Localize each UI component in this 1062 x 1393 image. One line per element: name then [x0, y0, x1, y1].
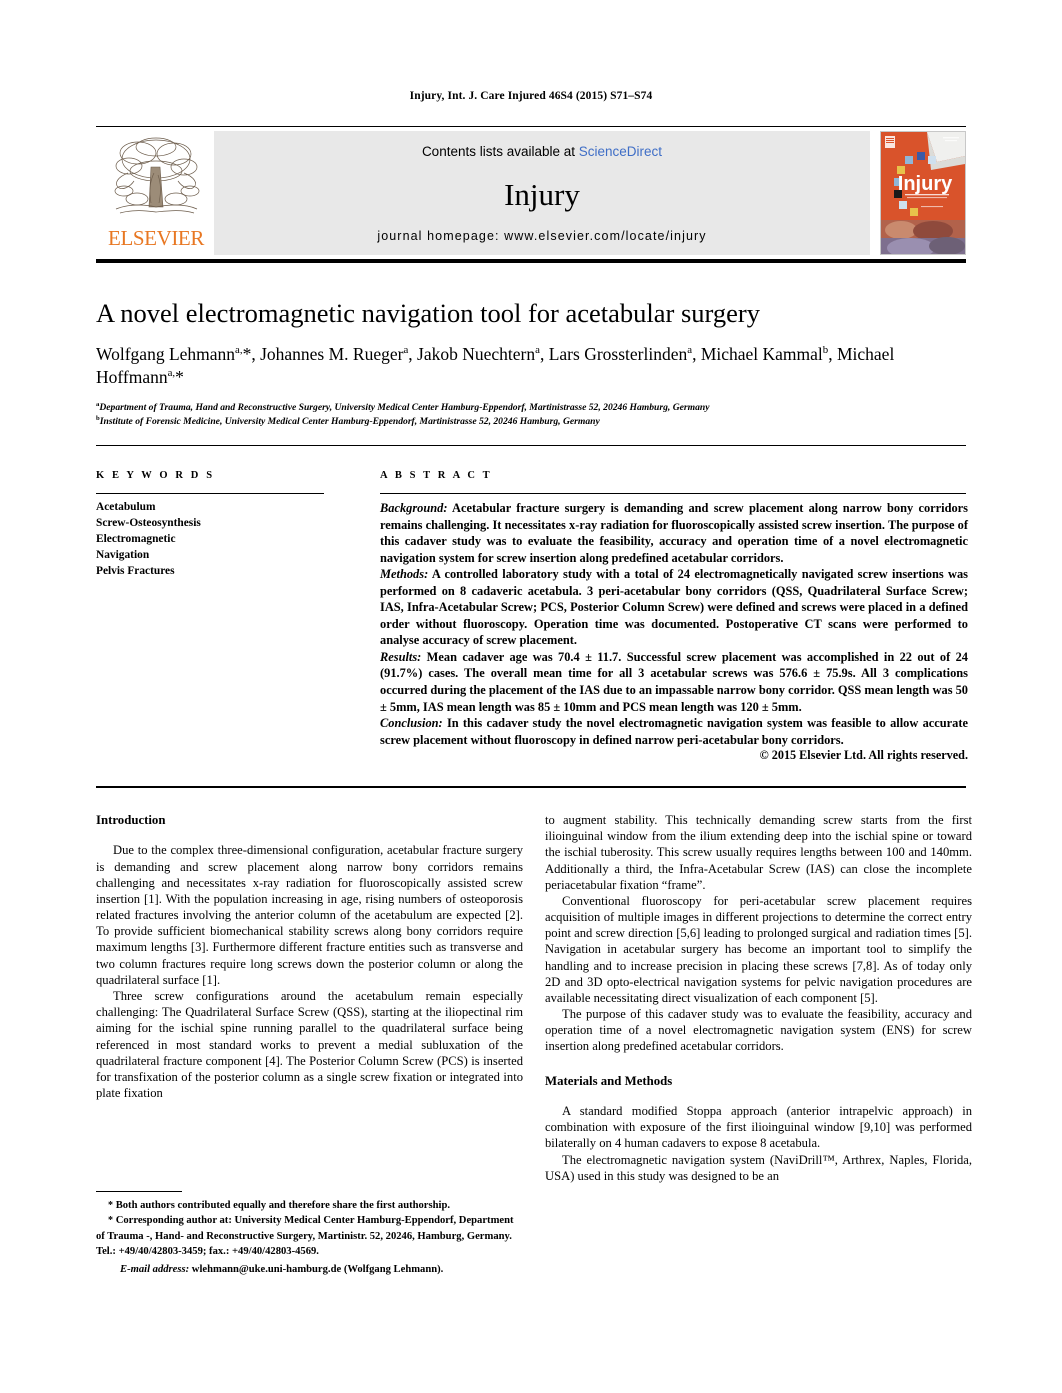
footnote-email: E-mail address: wlehmann@uke.uni-hamburg…	[96, 1262, 524, 1277]
contents-available-line: Contents lists available at ScienceDirec…	[214, 144, 870, 159]
list-item: Screw-Osteosynthesis	[96, 516, 201, 529]
abstract-rule	[380, 493, 966, 494]
keywords-heading: K E Y W O R D S	[96, 470, 215, 481]
abstract-background-text: Acetabular fracture surgery is demanding…	[380, 501, 968, 565]
keywords-list: Acetabulum Screw-Osteosynthesis Electrom…	[96, 500, 346, 580]
paragraph: to augment stability. This technically d…	[545, 813, 972, 892]
journal-masthead: ELSEVIER Contents lists available at Sci…	[96, 126, 966, 255]
section-heading-materials-and-methods: Materials and Methods	[545, 1073, 673, 1088]
journal-homepage-line[interactable]: journal homepage: www.elsevier.com/locat…	[214, 229, 870, 243]
abstract-results-label: Results:	[380, 649, 422, 664]
abstract-results: Results: Mean cadaver age was 70.4 ± 11.…	[380, 649, 968, 715]
paragraph: Conventional fluoroscopy for peri-acetab…	[545, 893, 972, 1005]
elsevier-logo: ELSEVIER	[96, 131, 214, 255]
journal-article-page: Injury, Int. J. Care Injured 46S4 (2015)…	[0, 0, 1062, 1393]
keywords-rule	[96, 493, 324, 494]
running-head: Injury, Int. J. Care Injured 46S4 (2015)…	[409, 90, 653, 102]
footnotes-block: * Both authors contributed equally and t…	[96, 1198, 524, 1277]
footnote-corresponding-author-text: Corresponding author at: University Medi…	[96, 1215, 514, 1257]
injury-cover-image: Injury	[881, 132, 965, 254]
affiliation-b-text: Institute of Forensic Medicine, Universi…	[99, 416, 600, 428]
list-item: Acetabulum	[96, 501, 156, 513]
paragraph: Three screw configurations around the ac…	[96, 988, 523, 1101]
abstract-conclusion-text: In this cadaver study the novel electrom…	[380, 716, 968, 747]
paragraph: A standard modified Stoppa approach (ant…	[545, 1104, 972, 1151]
paragraph: Due to the complex three-dimensional con…	[96, 843, 523, 987]
footnote-email-label: E-mail address:	[120, 1264, 190, 1276]
masthead-center-panel: Contents lists available at ScienceDirec…	[214, 131, 870, 255]
section-heading-introduction: Introduction	[96, 813, 166, 827]
abstract-methods: Methods: A controlled laboratory study w…	[380, 566, 968, 649]
abstract-background: Background: Acetabular fracture surgery …	[380, 500, 968, 566]
journal-title: Injury	[504, 177, 580, 212]
masthead-bottom-rule	[96, 259, 966, 263]
journal-cover-thumbnail[interactable]: Injury	[880, 131, 966, 255]
footnote-email-value[interactable]: wlehmann@uke.uni-hamburg.de (Wolfgang Le…	[189, 1264, 444, 1275]
copyright-notice: © 2015 Elsevier Ltd. All rights reserved…	[759, 748, 968, 762]
abstract-panel-bottom-rule	[96, 786, 966, 788]
affiliation-a-text: Department of Trauma, Hand and Reconstru…	[99, 402, 710, 414]
page-title: A novel electromagnetic navigation tool …	[96, 298, 760, 328]
footnote-separator-rule	[96, 1191, 182, 1192]
body-column-left: Introduction Due to the complex three-di…	[96, 812, 523, 1101]
abstract-background-label: Background:	[380, 501, 448, 515]
abstract-results-text: Mean cadaver age was 70.4 ± 11.7. Succes…	[380, 649, 969, 714]
contents-prefix-text: Contents lists available at	[421, 144, 579, 159]
footnote-equal-contribution-text: Both authors contributed equally and the…	[115, 1200, 450, 1211]
body-column-right: to augment stability. This technically d…	[545, 812, 972, 1184]
svg-text:Injury: Injury	[898, 173, 953, 195]
abstract-panel-top-rule	[96, 445, 966, 447]
list-item: Electromagnetic	[96, 532, 176, 545]
abstract-methods-text: A controlled laboratory study with a tot…	[380, 567, 968, 648]
sciencedirect-link[interactable]: ScienceDirect	[579, 144, 662, 159]
abstract-methods-label: Methods:	[380, 567, 429, 582]
elsevier-wordmark: ELSEVIER	[108, 226, 204, 250]
abstract-conclusion-label: Conclusion:	[380, 716, 443, 731]
affiliation-b: bInstitute of Forensic Medicine, Univers…	[96, 414, 976, 429]
elsevier-tree-icon	[114, 137, 200, 214]
abstract-body: Background: Acetabular fracture surgery …	[380, 500, 968, 748]
list-item: Navigation	[96, 548, 150, 561]
abstract-conclusion: Conclusion: In this cadaver study the no…	[380, 715, 968, 748]
list-item: Pelvis Fractures	[96, 564, 175, 577]
author-list: Wolfgang Lehmanna,*, Johannes M. Ruegera…	[96, 344, 895, 388]
asterisk-icon: *	[108, 1200, 114, 1211]
paragraph: The purpose of this cadaver study was to…	[545, 1007, 972, 1054]
asterisk-icon: *	[108, 1215, 114, 1227]
paragraph: The electromagnetic navigation system (N…	[545, 1152, 972, 1183]
footnote-equal-contribution: * Both authors contributed equally and t…	[96, 1198, 524, 1213]
footnote-corresponding-author: * Corresponding author at: University Me…	[96, 1213, 524, 1259]
affiliation-a: aDepartment of Trauma, Hand and Reconstr…	[96, 400, 976, 415]
abstract-heading: A B S T R A C T	[380, 470, 493, 481]
